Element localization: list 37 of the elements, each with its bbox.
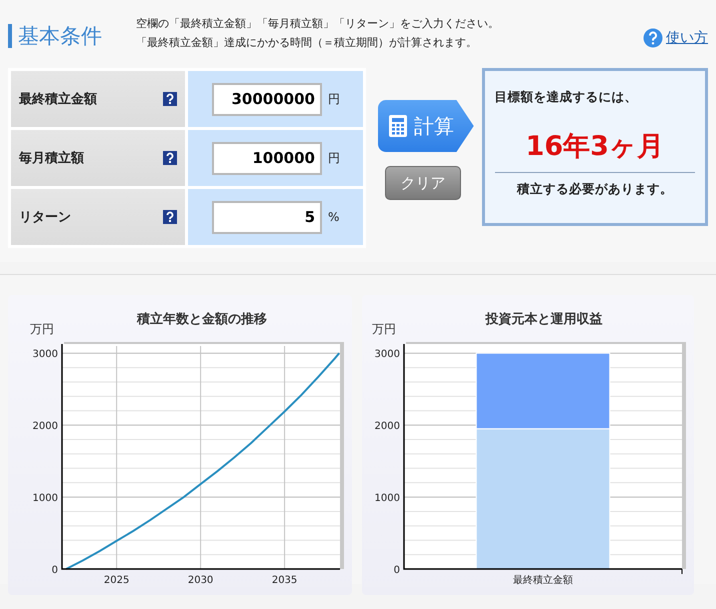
tick-label: 1000 [32,493,58,504]
help-link[interactable]: 使い方 [666,29,708,47]
chart-title: 積立年数と金額の推移 [137,312,267,327]
help-icon [643,28,663,48]
input-field[interactable]: 5 [212,200,322,234]
unit-label: 円 [328,150,340,166]
help-icon[interactable] [163,92,177,106]
tick-label: 2000 [374,421,400,432]
field-label: 毎月積立額 [19,150,85,167]
unit-label: % [328,210,340,224]
instruction-text: 空欄の「最終積立金額」「毎月積立額」「リターン」をご入力ください。 [136,16,500,32]
field-label: 最終積立金額 [19,90,98,108]
tick-label: 2030 [188,575,214,586]
tick-label: 3000 [374,349,400,360]
tick-label: 2000 [32,421,58,432]
calculator-icon [388,114,408,138]
tick-label: 3000 [32,349,58,360]
result-period: 16年3ヶ月 [494,128,695,173]
instruction-text: 「最終積立金額」達成にかかる時間（＝積立期間）が計算されます。 [136,35,478,51]
input-field[interactable]: 30000000 [212,82,322,116]
result-text: 目標額を達成するには、 [494,89,638,106]
help-icon[interactable] [163,151,177,165]
input-field[interactable]: 100000 [212,142,322,174]
chart-title: 投資元本と運用収益 [486,312,602,327]
field-label: リターン [19,209,72,226]
tick-label: 1000 [374,493,400,504]
result-text: 積立する必要があります。 [516,181,674,198]
tick-label: 2025 [104,575,130,586]
tick-label: 2035 [272,575,298,586]
section-title: 基本条件 [8,24,136,48]
tick-label: 0 [52,565,58,576]
axis-unit-label: 万円 [372,322,396,336]
category-label: 最終積立金額 [513,575,573,586]
axis-unit-label: 万円 [30,322,54,336]
unit-label: 円 [328,90,340,108]
tick-label: 0 [394,565,400,576]
help-icon[interactable] [163,210,177,224]
